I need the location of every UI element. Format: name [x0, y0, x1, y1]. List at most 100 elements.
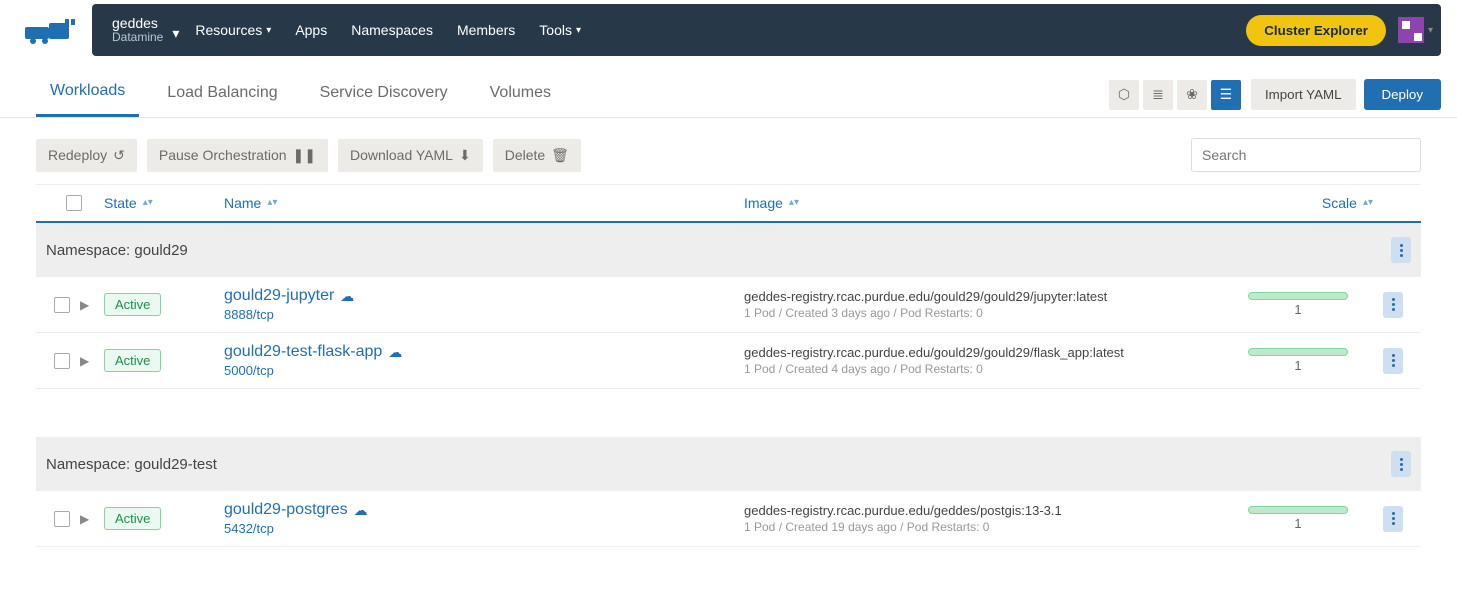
image-text: geddes-registry.rcac.purdue.edu/gould29/… [744, 345, 1223, 360]
header-name[interactable]: Name ▴▾ [224, 195, 744, 211]
scale-bar [1248, 348, 1348, 356]
port-link[interactable]: 5000/tcp [224, 363, 274, 378]
scale-bar [1248, 506, 1348, 514]
namespace-group-header: Namespace: gould29 [36, 223, 1421, 277]
header-name-label: Name [224, 195, 261, 211]
scale-value: 1 [1294, 516, 1301, 531]
namespace-menu-button[interactable] [1391, 451, 1411, 477]
action-bar: Redeploy ↺ Pause Orchestration ❚❚ Download… [0, 118, 1457, 184]
tab-workloads[interactable]: Workloads [36, 72, 139, 117]
row-menu-button[interactable] [1383, 292, 1403, 318]
user-menu[interactable]: ▾ [1398, 17, 1433, 43]
pod-meta: 1 Pod / Created 4 days ago / Pod Restart… [744, 362, 1223, 376]
header-scale[interactable]: Scale ▴▾ [1223, 195, 1373, 211]
view-cube-icon[interactable]: ⬡ [1109, 80, 1139, 110]
nav-tools[interactable]: Tools ▾ [527, 4, 593, 56]
header-state-label: State [104, 195, 137, 211]
sub-nav: Workloads Load Balancing Service Discove… [0, 60, 1457, 118]
sort-icon: ▴▾ [267, 200, 277, 206]
namespace-label: Namespace: gould29-test [46, 456, 217, 473]
download-icon: ⬇ [459, 147, 471, 164]
nav-resources[interactable]: Resources ▾ [183, 4, 283, 56]
header-state[interactable]: State ▴▾ [104, 195, 224, 211]
port-link[interactable]: 8888/tcp [224, 307, 274, 322]
delete-button[interactable]: Delete 🗑 [493, 139, 581, 172]
row-checkbox[interactable] [54, 297, 70, 313]
row-checkbox[interactable] [54, 511, 70, 527]
search-box [1191, 138, 1421, 172]
status-badge: Active [104, 349, 161, 372]
status-badge: Active [104, 507, 161, 530]
download-yaml-button[interactable]: Download YAML ⬇ [338, 139, 483, 172]
tab-volumes[interactable]: Volumes [476, 74, 565, 116]
nav-members[interactable]: Members [445, 4, 527, 56]
namespace-menu-button[interactable] [1391, 237, 1411, 263]
table-row: ▶ Active gould29-jupyter☁ 8888/tcp gedde… [36, 277, 1421, 333]
chevron-down-icon: ▾ [266, 25, 271, 36]
workloads-table: State ▴▾ Name ▴▾ Image ▴▾ Scale ▴▾ Namespace… [36, 184, 1421, 547]
scale-bar [1248, 292, 1348, 300]
port-link[interactable]: 5432/tcp [224, 521, 274, 536]
row-menu-button[interactable] [1383, 348, 1403, 374]
deploy-button[interactable]: Deploy [1364, 79, 1442, 110]
project-name: Datamine [112, 31, 163, 44]
image-text: geddes-registry.rcac.purdue.edu/gould29/… [744, 289, 1223, 304]
workload-link[interactable]: gould29-test-flask-app [224, 343, 382, 361]
pause-button[interactable]: Pause Orchestration ❚❚ [147, 139, 328, 172]
row-checkbox[interactable] [54, 353, 70, 369]
import-yaml-button[interactable]: Import YAML [1251, 79, 1356, 110]
redeploy-button[interactable]: Redeploy ↺ [36, 139, 137, 172]
table-header: State ▴▾ Name ▴▾ Image ▴▾ Scale ▴▾ [36, 184, 1421, 223]
header-scale-label: Scale [1322, 195, 1357, 211]
search-input[interactable] [1191, 138, 1421, 172]
sort-icon: ▴▾ [1363, 200, 1373, 206]
workload-link[interactable]: gould29-jupyter [224, 287, 334, 305]
workload-link[interactable]: gould29-postgres [224, 501, 348, 519]
header-image-label: Image [744, 195, 783, 211]
download-label: Download YAML [350, 147, 453, 163]
table-row: ▶ Active gould29-postgres☁ 5432/tcp gedd… [36, 491, 1421, 547]
cluster-name: geddes [112, 16, 163, 31]
row-menu-button[interactable] [1383, 506, 1403, 532]
nav-tools-label: Tools [539, 22, 572, 38]
pod-meta: 1 Pod / Created 3 days ago / Pod Restart… [744, 306, 1223, 320]
status-badge: Active [104, 293, 161, 316]
main-nav: geddes Datamine ▾ Resources ▾ Apps Namesp… [92, 4, 1441, 56]
sort-icon: ▴▾ [143, 200, 153, 206]
nav-namespaces[interactable]: Namespaces [339, 4, 445, 56]
cluster-selector[interactable]: geddes Datamine ▾ [92, 8, 183, 53]
trash-icon: 🗑 [551, 147, 569, 164]
header-image[interactable]: Image ▴▾ [744, 195, 1223, 211]
chevron-down-icon: ▾ [576, 25, 581, 36]
view-switcher: ⬡ ≣ ❀ ☰ [1109, 80, 1241, 110]
rancher-logo[interactable] [16, 15, 86, 45]
avatar-icon [1398, 17, 1424, 43]
sort-icon: ▴▾ [789, 200, 799, 206]
cloud-icon: ☁ [388, 344, 402, 361]
view-rows-icon[interactable]: ≣ [1143, 80, 1173, 110]
delete-label: Delete [505, 147, 545, 163]
redeploy-label: Redeploy [48, 147, 107, 163]
view-list-icon[interactable]: ☰ [1211, 80, 1241, 110]
select-all-checkbox[interactable] [66, 195, 82, 211]
expand-icon[interactable]: ▶ [80, 512, 89, 526]
redo-icon: ↺ [113, 147, 125, 164]
expand-icon[interactable]: ▶ [80, 298, 89, 312]
nav-apps[interactable]: Apps [283, 4, 339, 56]
chevron-down-icon: ▾ [172, 26, 179, 41]
nav-members-label: Members [457, 22, 515, 38]
nav-resources-label: Resources [195, 22, 262, 38]
tab-service-discovery[interactable]: Service Discovery [306, 74, 462, 116]
cluster-explorer-button[interactable]: Cluster Explorer [1246, 15, 1386, 46]
cloud-icon: ☁ [354, 502, 368, 519]
namespace-label: Namespace: gould29 [46, 242, 188, 259]
pod-meta: 1 Pod / Created 19 days ago / Pod Restar… [744, 520, 1223, 534]
chevron-down-icon: ▾ [1428, 25, 1433, 36]
tab-load-balancing[interactable]: Load Balancing [153, 74, 291, 116]
expand-icon[interactable]: ▶ [80, 354, 89, 368]
view-cluster-icon[interactable]: ❀ [1177, 80, 1207, 110]
pause-icon: ❚❚ [293, 147, 316, 164]
topbar: geddes Datamine ▾ Resources ▾ Apps Namesp… [0, 0, 1457, 60]
pause-label: Pause Orchestration [159, 147, 287, 163]
nav-namespaces-label: Namespaces [351, 22, 433, 38]
